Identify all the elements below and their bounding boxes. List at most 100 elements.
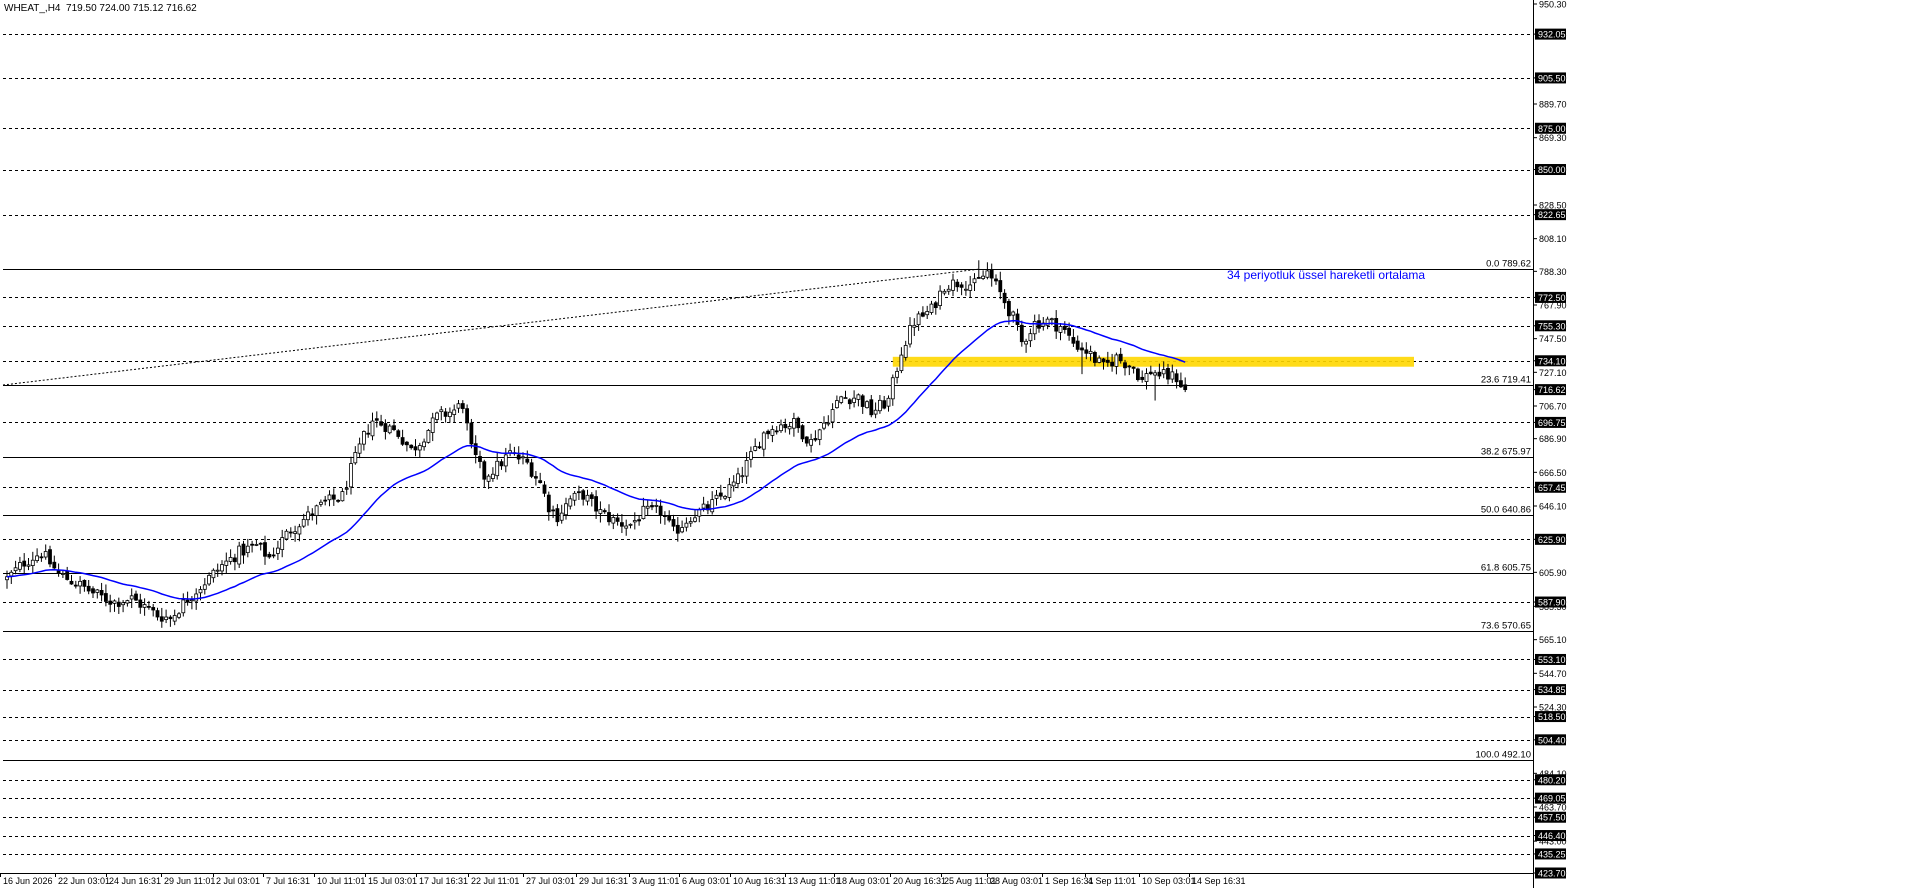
candle-body (546, 494, 551, 513)
candle-body (899, 354, 904, 372)
candle-body (1140, 376, 1145, 380)
candle-body (671, 519, 676, 527)
price-tag-label: 480.20 (1538, 775, 1566, 785)
price-tag-label: 905.50 (1538, 73, 1566, 83)
candle-body (409, 444, 414, 449)
time-axis-label: 3 Aug 11:01 (632, 876, 679, 886)
candle-body (654, 504, 659, 507)
candle-body (852, 397, 856, 403)
candle-body (486, 475, 491, 482)
candle-body (482, 461, 487, 480)
candle-body (697, 508, 702, 517)
price-tag-label: 423.70 (1538, 869, 1566, 879)
fibonacci-label: 23.6 719.41 (1481, 375, 1531, 386)
candle-body (964, 288, 968, 291)
candle-body (417, 445, 422, 451)
price-axis-label: 565.10 (1539, 635, 1567, 645)
candle-body (306, 511, 310, 521)
candle-body (976, 277, 981, 279)
candle-body (280, 537, 285, 550)
time-axis-label: 29 Jul 16:31 (579, 876, 628, 886)
price-tag-label: 932.05 (1538, 30, 1566, 40)
candle-body (331, 494, 336, 500)
candle-body (112, 600, 117, 604)
candle-body (404, 441, 409, 446)
price-tag-label: 469.05 (1538, 794, 1566, 804)
candle-body (366, 432, 371, 435)
time-axis-label: 1 Sep 16:31 (1045, 876, 1094, 886)
candle-body (886, 397, 891, 407)
fibonacci-label: 38.2 675.97 (1481, 447, 1531, 458)
candle-body (422, 441, 427, 448)
price-tag-label: 587.90 (1538, 598, 1566, 608)
candle-body (396, 430, 401, 437)
candle-body (194, 593, 199, 602)
price-chart[interactable]: 0.0 789.62 23.6 719.41 38.2 675.97 50.0 640… (0, 0, 1916, 888)
candle-body (1110, 361, 1114, 367)
price-tag-label: 446.40 (1538, 831, 1566, 841)
candle-body (340, 491, 345, 502)
candle-body (890, 377, 895, 400)
candle-body (757, 446, 762, 449)
candle-body (314, 505, 319, 516)
candle-body (723, 496, 727, 499)
candle-body (1011, 311, 1016, 316)
candle-body (69, 580, 74, 585)
candle-body (972, 278, 977, 284)
candle-body (1161, 369, 1166, 375)
price-axis-label: 808.10 (1539, 234, 1567, 244)
price-axis-label: 706.70 (1539, 401, 1567, 411)
candle-body (211, 569, 216, 579)
time-axis-label: 16 Jun 2026 (3, 876, 53, 886)
candle-body (82, 579, 87, 587)
candle-body (529, 462, 534, 477)
time-axis-label: 2 Jul 03:01 (216, 876, 260, 886)
price-tag-label: 734.10 (1538, 356, 1566, 366)
candle-body (301, 518, 306, 527)
candle-body (903, 345, 908, 358)
candle-body (1015, 313, 1020, 326)
candle (1136, 367, 1140, 382)
candle-body (994, 278, 998, 282)
candle-body (925, 311, 930, 316)
candle-body (684, 522, 689, 528)
candle-body (228, 557, 233, 562)
price-tag-label: 518.50 (1538, 712, 1566, 722)
time-axis-label: 10 Aug 16:31 (733, 876, 786, 886)
candle-body (882, 400, 887, 409)
candle-body (275, 547, 280, 554)
candle-body (929, 303, 934, 313)
candle-body (426, 430, 431, 443)
candle-body (202, 584, 207, 590)
price-tag-label: 553.10 (1538, 655, 1566, 665)
candle-body (839, 396, 844, 403)
candle-body (91, 588, 95, 594)
candle-body (499, 461, 504, 467)
candle-body (271, 554, 276, 557)
candle-body (288, 531, 293, 534)
chart-area[interactable]: 0.0 789.62 23.6 719.41 38.2 675.97 50.0 640… (0, 0, 1916, 888)
candle-body (581, 490, 586, 500)
candle-body (847, 399, 852, 405)
candle-body (293, 531, 298, 534)
price-tag-label: 435.25 (1538, 849, 1566, 859)
candle-body (534, 476, 538, 479)
candle-body (615, 517, 620, 522)
candle-body (1170, 371, 1175, 380)
candle-body (1080, 347, 1084, 351)
price-axis-label: 605.90 (1539, 568, 1567, 578)
price-tag-label: 716.62 (1538, 385, 1566, 395)
candle-body (168, 616, 173, 620)
price-tag-label: 625.90 (1538, 535, 1566, 545)
candle-body (602, 510, 607, 513)
candle-body (598, 509, 603, 514)
candle-body (542, 484, 547, 494)
time-axis-label: 10 Jul 11:01 (317, 876, 365, 886)
candle-body (761, 432, 766, 450)
candle-body (946, 288, 951, 292)
price-tag-label: 534.85 (1538, 685, 1566, 695)
candle-body (753, 446, 758, 451)
candle-body (1114, 354, 1119, 367)
candle-body (129, 595, 134, 600)
candle-body (658, 505, 663, 516)
